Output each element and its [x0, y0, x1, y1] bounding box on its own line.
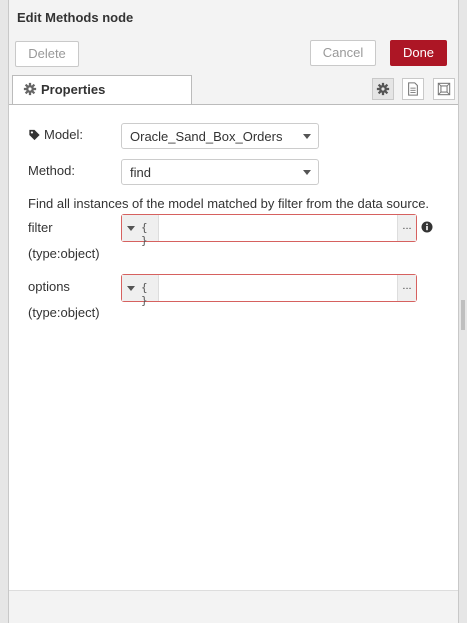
- tab-properties-label: Properties: [41, 82, 106, 97]
- appearance-icon: [437, 82, 451, 96]
- method-description: Find all instances of the model matched …: [28, 196, 430, 211]
- dialog-footer: [9, 590, 458, 623]
- scrollbar[interactable]: [459, 0, 467, 623]
- model-select-value: Oracle_Sand_Box_Orders: [130, 129, 283, 144]
- tab-settings[interactable]: [372, 78, 394, 100]
- tab-properties[interactable]: Properties: [12, 75, 192, 104]
- method-label: Method:: [28, 163, 75, 178]
- chevron-down-icon: [303, 134, 311, 139]
- model-select[interactable]: Oracle_Sand_Box_Orders: [121, 123, 319, 149]
- dialog-header: Edit Methods node: [9, 0, 458, 36]
- expand-editor-button[interactable]: ...: [397, 275, 416, 301]
- tag-icon: [29, 129, 40, 141]
- dialog-toolbar: Delete Cancel Done: [9, 35, 458, 75]
- method-select-value: find: [130, 165, 151, 180]
- object-type-icon: { }: [141, 281, 148, 307]
- method-select[interactable]: find: [121, 159, 319, 185]
- object-type-icon: { }: [141, 221, 148, 247]
- info-icon[interactable]: [421, 221, 433, 233]
- tab-description[interactable]: [402, 78, 424, 100]
- filter-type-select[interactable]: { }: [122, 215, 159, 247]
- chevron-down-icon: [127, 286, 135, 291]
- gear-icon: [23, 82, 37, 96]
- file-text-icon: [408, 82, 418, 96]
- model-label: Model:: [44, 127, 84, 142]
- done-button[interactable]: Done: [390, 40, 447, 66]
- properties-form: Model: Oracle_Sand_Box_Orders Method: fi…: [9, 105, 458, 591]
- chevron-down-icon: [303, 170, 311, 175]
- gear-icon: [376, 82, 390, 96]
- expand-editor-button[interactable]: ...: [397, 215, 416, 241]
- scrollbar-thumb[interactable]: [461, 300, 465, 330]
- dialog-title: Edit Methods node: [17, 10, 134, 25]
- options-label: options: [28, 279, 70, 294]
- filter-type-hint: (type:object): [28, 246, 100, 261]
- chevron-down-icon: [127, 226, 135, 231]
- options-typed-input[interactable]: { } ...: [121, 274, 417, 307]
- tab-appearance[interactable]: [433, 78, 455, 100]
- options-type-hint: (type:object): [28, 305, 100, 320]
- cancel-button[interactable]: Cancel: [310, 40, 376, 66]
- delete-button[interactable]: Delete: [15, 41, 79, 67]
- edit-dialog: Edit Methods node Delete Cancel Done Pro…: [8, 0, 459, 623]
- tab-bar: Properties: [9, 75, 458, 105]
- options-type-select[interactable]: { }: [122, 275, 159, 307]
- filter-label: filter: [28, 220, 53, 235]
- filter-typed-input[interactable]: { } ...: [121, 214, 417, 247]
